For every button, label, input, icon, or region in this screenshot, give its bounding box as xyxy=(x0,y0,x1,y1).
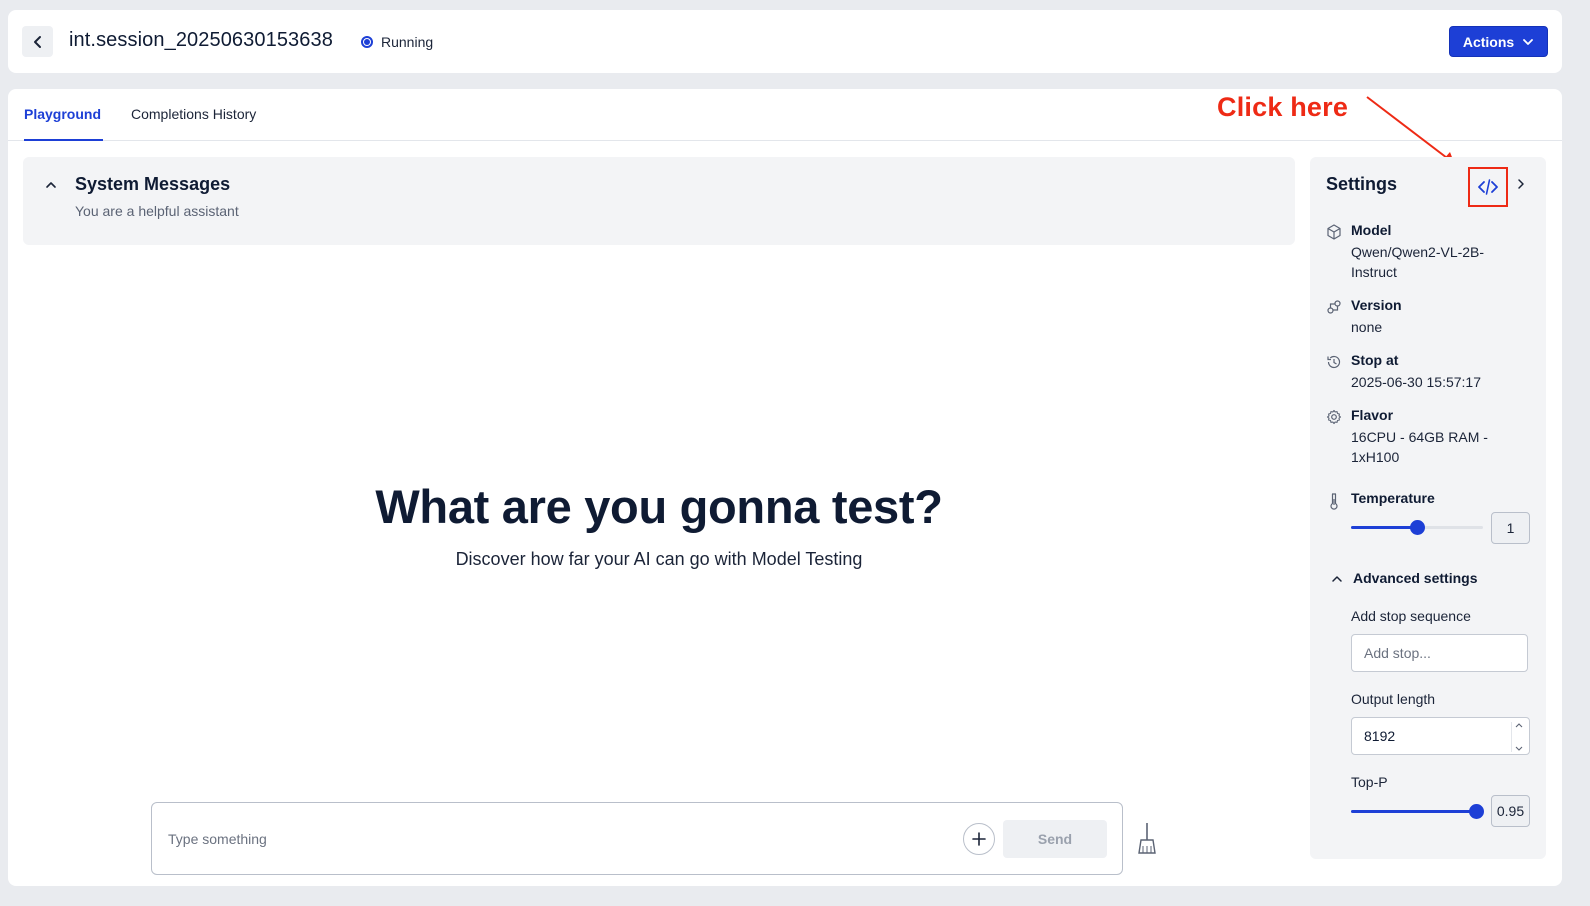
temperature-slider[interactable] xyxy=(1351,519,1483,537)
session-title: int.session_20250630153638 xyxy=(69,29,333,51)
system-messages-panel[interactable]: System Messages You are a helpful assist… xyxy=(23,157,1295,245)
annotation-text: Click here xyxy=(1217,92,1349,122)
chevron-right-icon[interactable] xyxy=(1515,178,1527,190)
settings-panel: Settings Model Qwen/Qwen2-VL-2B-Instruct… xyxy=(1310,157,1546,859)
temperature-slider-thumb[interactable] xyxy=(1410,520,1425,535)
temperature-value-box[interactable]: 1 xyxy=(1491,512,1530,544)
stop-sequence-input[interactable]: Add stop... xyxy=(1351,634,1528,672)
top-p-slider-thumb[interactable] xyxy=(1469,804,1485,819)
session-header: int.session_20250630153638 Running Actio… xyxy=(8,10,1562,73)
broom-icon[interactable] xyxy=(1137,822,1157,856)
actions-label: Actions xyxy=(1462,33,1515,50)
view-code-button[interactable] xyxy=(1468,167,1508,207)
actions-button[interactable]: Actions xyxy=(1449,26,1548,57)
tab-playground[interactable]: Playground xyxy=(24,106,103,141)
running-status-icon xyxy=(361,36,373,48)
gear-icon xyxy=(1326,409,1342,425)
stop-at-label: Stop at xyxy=(1351,352,1399,368)
model-label: Model xyxy=(1351,222,1392,238)
chevron-up-icon[interactable] xyxy=(1515,722,1523,728)
system-message-text: You are a helpful assistant xyxy=(75,203,239,219)
version-icon xyxy=(1327,300,1341,314)
version-value: none xyxy=(1351,319,1383,335)
version-label: Version xyxy=(1351,297,1402,313)
thermometer-icon xyxy=(1330,493,1338,510)
status-text: Running xyxy=(381,34,434,50)
advanced-settings-toggle[interactable]: Advanced settings xyxy=(1353,570,1477,586)
plus-icon xyxy=(972,832,986,846)
output-length-label: Output length xyxy=(1351,691,1436,707)
hero-subtitle: Discover how far your AI can go with Mod… xyxy=(455,549,863,569)
add-attachment-button[interactable] xyxy=(963,823,995,855)
output-length-stepper[interactable] xyxy=(1511,722,1525,752)
temperature-slider-fill xyxy=(1351,526,1417,529)
chevron-down-icon xyxy=(1523,38,1534,45)
top-p-slider[interactable] xyxy=(1351,803,1485,821)
top-p-label: Top-P xyxy=(1351,774,1388,790)
stop-at-value: 2025-06-30 15:57:17 xyxy=(1351,374,1481,390)
cube-icon xyxy=(1327,224,1341,240)
hero-title: What are you gonna test? xyxy=(375,480,943,533)
back-button[interactable] xyxy=(22,26,53,57)
main-panel: Playground Completions History Click her… xyxy=(8,89,1562,886)
chevron-down-icon[interactable] xyxy=(1515,746,1523,752)
chat-input[interactable]: Type something Send xyxy=(151,802,1123,875)
model-value: Qwen/Qwen2-VL-2B-Instruct xyxy=(1351,244,1485,280)
chevron-left-icon xyxy=(33,35,41,48)
flavor-value: 16CPU - 64GB RAM - 1xH100 xyxy=(1351,429,1488,465)
system-messages-title: System Messages xyxy=(75,174,231,194)
top-p-slider-fill xyxy=(1351,810,1477,813)
chat-input-placeholder[interactable]: Type something xyxy=(168,831,267,847)
output-length-input[interactable]: 8192 xyxy=(1351,717,1530,755)
output-length-value: 8192 xyxy=(1364,728,1396,744)
tab-completions-history[interactable]: Completions History xyxy=(131,106,256,141)
top-p-value-box[interactable]: 0.95 xyxy=(1491,795,1530,827)
send-button[interactable]: Send xyxy=(1003,820,1107,858)
history-icon xyxy=(1327,355,1341,369)
settings-title: Settings xyxy=(1326,174,1398,194)
status-badge: Running xyxy=(361,34,433,50)
flavor-label: Flavor xyxy=(1351,407,1394,423)
chevron-up-icon[interactable] xyxy=(1331,573,1343,585)
stop-sequence-label: Add stop sequence xyxy=(1351,608,1471,624)
temperature-label: Temperature xyxy=(1351,490,1435,506)
chevron-up-icon[interactable] xyxy=(45,179,57,191)
code-icon xyxy=(1478,179,1498,195)
